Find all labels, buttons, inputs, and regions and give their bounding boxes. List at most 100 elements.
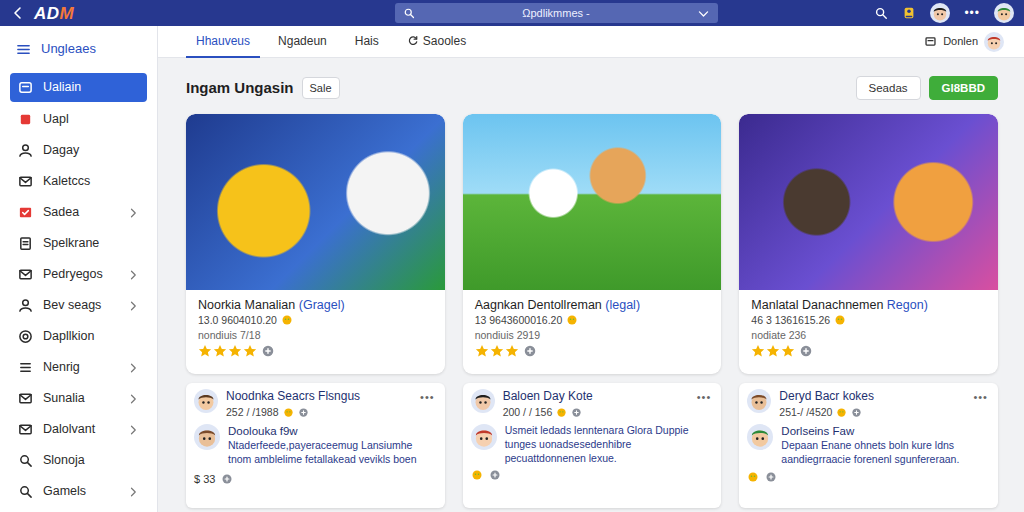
mail-icon	[18, 267, 33, 282]
post-meta: 200 / / 156	[503, 405, 689, 421]
more-menu[interactable]: •••	[964, 4, 980, 22]
post-heading: Deryd Bacr kokes251-/ /4520	[779, 389, 965, 420]
figure-icon[interactable]	[902, 6, 916, 20]
search-input[interactable]	[421, 5, 691, 22]
tab[interactable]: Ngadeun	[268, 26, 337, 58]
tab[interactable]: Hais	[345, 26, 389, 58]
dropdown-chevron-icon[interactable]	[697, 7, 710, 20]
plus-circle-icon	[523, 344, 537, 358]
tab[interactable]: Hhauveus	[186, 26, 260, 58]
star-icon	[198, 344, 212, 358]
game-card-body: Noorkia Manalian (Gragel)13.0 9604010.20…	[186, 290, 445, 364]
plus-circle-icon	[851, 407, 862, 418]
game-title: Aagnkan Dentollreman (legal)	[475, 297, 710, 313]
person-icon	[18, 298, 33, 313]
mail-icon	[18, 174, 33, 189]
tab[interactable]: Saooles	[397, 26, 476, 58]
sidebar-header[interactable]: Ungleaes	[10, 34, 147, 64]
sidebar-label: Spelkrane	[43, 234, 139, 253]
chevron-right-icon	[127, 362, 139, 374]
game-artwork	[739, 114, 998, 290]
tab-label: Saooles	[423, 32, 466, 50]
account[interactable]: Donlen	[924, 32, 1004, 52]
sidebar-item[interactable]: Slonoja	[10, 445, 147, 476]
tab-label: Hais	[355, 32, 379, 50]
mail-icon	[18, 391, 33, 406]
profile-avatar-icon[interactable]	[994, 3, 1014, 23]
sidebar-item[interactable]: Dapllkion	[10, 321, 147, 352]
secondary-button[interactable]: Seadas	[856, 76, 921, 100]
sidebar-label: Kaletccs	[43, 172, 139, 191]
chevron-right-icon	[127, 269, 139, 281]
post-grid: Noodnka Seacrs Flsngus252 / /1988 ••• Dool…	[186, 383, 998, 508]
sidebar-item[interactable]: Kaletccs	[10, 166, 147, 197]
top-bar-left: ADM	[0, 5, 395, 22]
sidebar-item[interactable]: Ualiain	[10, 73, 147, 102]
main-area: HhauveusNgadeunHaisSaoolesDonlenIngam Un…	[158, 26, 1024, 512]
sidebar-label: Dalolvant	[43, 420, 117, 439]
game-stats: 46 3 1361615.26	[751, 313, 986, 327]
emoji-icon	[283, 407, 294, 418]
post-menu[interactable]: •••	[697, 389, 712, 406]
sidebar-item[interactable]: Spelkrane	[10, 228, 147, 259]
sidebar-item[interactable]: Dalolvant	[10, 414, 147, 445]
top-bar-actions: •••	[718, 3, 1024, 23]
sidebar-label: Sunalia	[43, 389, 117, 408]
star-icon	[766, 344, 780, 358]
post-meta-text: 251-/ /4520	[779, 405, 832, 421]
back-icon[interactable]	[10, 5, 26, 21]
game-tag: (Gragel)	[299, 298, 345, 312]
check-icon	[18, 205, 33, 220]
star-icon	[751, 344, 765, 358]
sidebar-label: Ualiain	[43, 78, 139, 97]
post-body: Usmeit ledads lenntenara Glora Duppie tu…	[505, 424, 712, 465]
sidebar-item[interactable]: Gamels	[10, 476, 147, 507]
sidebar-item[interactable]: Uapl	[10, 104, 147, 135]
top-bar: ADM •••	[0, 0, 1024, 26]
game-tag: Regon)	[887, 298, 928, 312]
sidebar-item[interactable]: Nenrig	[10, 352, 147, 383]
post-meta-text: 200 / / 156	[503, 405, 553, 421]
post-card[interactable]: Baloen Day Kote200 / / 156 ••• Usmeit leda…	[463, 383, 722, 508]
game-card[interactable]: Noorkia Manalian (Gragel)13.0 9604010.20…	[186, 114, 445, 374]
game-card[interactable]: Manlatal Danachnemen Regon)46 3 1361615.…	[739, 114, 998, 374]
author-avatar-icon	[471, 424, 497, 450]
chevron-right-icon	[127, 424, 139, 436]
plus-circle-icon	[765, 471, 777, 483]
emoji-icon	[747, 471, 759, 483]
post-content: Doolouka f9wNtaderfeede,payeraceemug Lan…	[194, 424, 435, 466]
sidebar-item[interactable]: Bev seags	[10, 290, 147, 321]
box-icon	[924, 35, 937, 48]
post-card[interactable]: Deryd Bacr kokes251-/ /4520 ••• Dorlseins …	[739, 383, 998, 508]
primary-button[interactable]: Gl8BBD	[929, 76, 998, 100]
sidebar-item[interactable]: Dagay	[10, 135, 147, 166]
sidebar-item[interactable]: Sadea	[10, 197, 147, 228]
post-meta: 252 / /1988	[226, 405, 412, 421]
search-icon[interactable]	[874, 6, 888, 20]
star-rating	[475, 344, 710, 358]
logo[interactable]: ADM	[34, 5, 74, 22]
post-content: Dorlseins FawDepaan Enane ohnets boln ku…	[747, 424, 988, 466]
post-heading: Noodnka Seacrs Flsngus252 / /1988	[226, 389, 412, 420]
post-card[interactable]: Noodnka Seacrs Flsngus252 / /1988 ••• Dool…	[186, 383, 445, 508]
post-menu[interactable]: •••	[420, 389, 435, 406]
sidebar-item[interactable]: Pedryegos	[10, 259, 147, 290]
post-footer	[471, 469, 712, 481]
game-note: nodiate 236	[751, 328, 986, 342]
post-content: Usmeit ledads lenntenara Glora Duppie tu…	[471, 424, 712, 465]
post-menu[interactable]: •••	[973, 389, 988, 406]
user-avatar-icon[interactable]	[930, 3, 950, 23]
post-avatar-icon	[747, 389, 771, 413]
square-icon	[18, 112, 33, 127]
post-title: Baloen Day Kote	[503, 389, 689, 405]
sidebar-label: Uapl	[43, 110, 139, 129]
game-card[interactable]: Aagnkan Dentollreman (legal)13 964360001…	[463, 114, 722, 374]
sidebar-title: Ungleaes	[41, 39, 96, 59]
sidebar-label: Sadea	[43, 203, 117, 222]
section-header: Ingam UngasinSaleSeadasGl8BBD	[186, 76, 998, 100]
sale-badge[interactable]: Sale	[302, 77, 340, 100]
post-footer: $ 33	[194, 471, 435, 488]
sidebar-item[interactable]: Sunalia	[10, 383, 147, 414]
game-stats: 13 9643600016.20	[475, 313, 710, 327]
star-icon	[213, 344, 227, 358]
